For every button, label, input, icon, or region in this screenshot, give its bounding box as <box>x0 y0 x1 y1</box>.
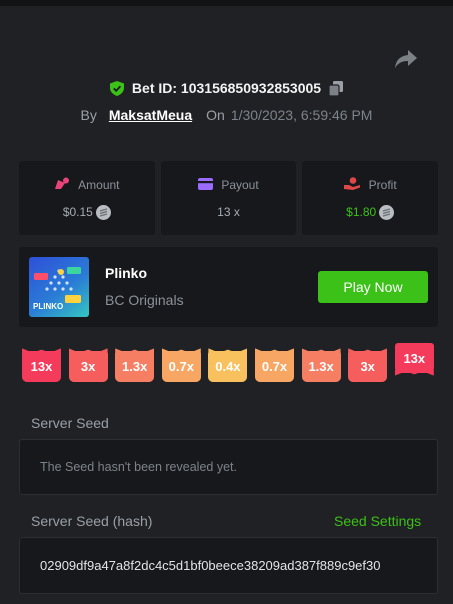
payout-card: Payout 13 x <box>160 161 297 235</box>
multiplier-bucket: 13x <box>22 351 61 382</box>
multiplier-label: 1.3x <box>122 359 148 374</box>
server-seed-hash-field[interactable]: 02909df9a47a8f2dc4c5d1bf0beece38209ad387… <box>19 537 438 594</box>
multiplier-label: 1.3x <box>308 359 334 374</box>
multiplier-label: 0.7x <box>261 359 288 374</box>
coin-icon <box>95 204 111 220</box>
on-label: On <box>206 107 225 123</box>
bet-meta-row: By MaksatMeua On 1/30/2023, 6:59:46 PM <box>0 107 453 123</box>
thumb-text: PLINKO <box>33 302 63 311</box>
profit-card: Profit $1.80 <box>302 161 439 235</box>
multiplier-bucket: 3x <box>68 351 108 382</box>
profit-value: $1.80 <box>346 205 377 219</box>
game-name[interactable]: Plinko <box>105 265 147 281</box>
game-provider: BC Originals <box>105 292 184 308</box>
multiplier-bucket: 0.7x <box>255 351 294 382</box>
payout-label: Payout <box>221 178 259 192</box>
payout-value: 13 x <box>217 204 240 219</box>
multiplier-label: 13x <box>30 359 53 374</box>
multiplier-bucket: 1.3x <box>115 351 155 382</box>
server-seed-field[interactable]: The Seed hasn't been revealed yet. <box>19 439 438 495</box>
multiplier-label: 3x <box>80 359 96 374</box>
stats-row: Amount $0.15 Payout 13 x Profit $1.80 <box>19 161 439 235</box>
bet-id: Bet ID: 103156850932853005 <box>131 80 322 96</box>
bet-id-row: Bet ID: 103156850932853005 <box>0 80 453 97</box>
multiplier-label: 13x <box>403 350 426 366</box>
by-label: By <box>80 107 97 123</box>
profit-label: Profit <box>368 177 397 192</box>
play-now-button[interactable]: Play Now <box>318 271 428 303</box>
multiplier-label: 0.7x <box>168 359 194 374</box>
amount-card: Amount $0.15 <box>19 161 155 235</box>
multiplier-bucket: 0.4x <box>208 351 248 382</box>
multiplier-bucket: 13x <box>394 343 434 373</box>
coins-icon <box>54 177 78 193</box>
seed-settings-link[interactable]: Seed Settings <box>334 513 421 529</box>
multiplier-bucket: 0.7x <box>161 351 201 382</box>
multiplier-bucket: 1.3x <box>301 351 341 382</box>
copy-icon[interactable] <box>328 80 344 97</box>
username-link[interactable]: MaksatMeua <box>109 107 192 123</box>
multiplier-label: 0.4x <box>215 359 241 374</box>
coin-icon <box>379 204 395 220</box>
share-arrow-icon[interactable] <box>394 48 418 70</box>
shield-check-icon <box>109 80 124 96</box>
server-seed-value: The Seed hasn't been revealed yet. <box>40 460 237 474</box>
server-seed-label: Server Seed <box>31 415 109 431</box>
plinko-thumbnail[interactable]: PLINKO <box>29 257 89 317</box>
bet-date: 1/30/2023, 6:59:46 PM <box>230 107 373 123</box>
hand-coin-icon <box>343 176 369 193</box>
amount-value: $0.15 <box>62 205 93 219</box>
server-seed-hash-label: Server Seed (hash) <box>31 513 153 529</box>
game-card: PLINKO Plinko BC Originals Play Now <box>19 247 438 327</box>
amount-label: Amount <box>78 177 120 192</box>
multiplier-label: 3x <box>360 359 375 374</box>
server-seed-hash-value: 02909df9a47a8f2dc4c5d1bf0beece38209ad387… <box>40 558 381 573</box>
wallet-icon <box>198 177 221 193</box>
multiplier-bucket: 3x <box>348 351 388 382</box>
